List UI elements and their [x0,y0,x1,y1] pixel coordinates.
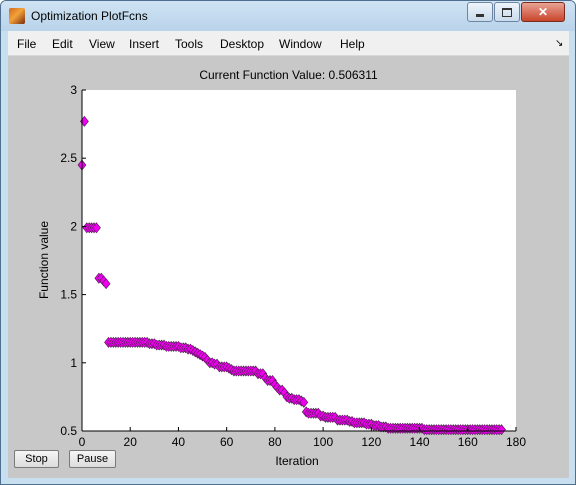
close-icon: ✕ [537,5,549,19]
y-tick-label: 1.5 [60,288,77,302]
axes-background [82,90,516,431]
y-tick-label: 1 [70,356,77,370]
figure-window: Optimization PlotFcns ✕ File Edit View I… [0,0,576,485]
window-title: Optimization PlotFcns [31,9,148,23]
matlab-logo-icon [9,8,25,24]
x-tick-label: 40 [172,435,186,449]
pause-button[interactable]: Pause [69,450,116,468]
stop-button[interactable]: Stop [14,450,59,468]
x-tick-label: 140 [410,435,430,449]
plot-area: 0 20 40 60 80 100 120 140 160 180 0.5 1 1.5 2 2.5 3 Ite… [37,83,526,468]
y-tick-label: 2 [70,219,77,233]
close-button[interactable]: ✕ [521,2,565,22]
x-tick-label: 120 [361,435,381,449]
y-tick-label: 0.5 [60,424,77,438]
x-tick-label: 20 [124,435,138,449]
x-tick-label: 0 [79,435,86,449]
y-tick-label: 2.5 [60,151,77,165]
x-tick-label: 60 [220,435,234,449]
x-tick-label: 160 [458,435,478,449]
maximize-button[interactable] [494,2,520,22]
figure-client-area: File Edit View Insert Tools Desktop Wind… [8,31,569,478]
y-tick-label: 3 [70,83,77,97]
minimize-button[interactable] [467,2,493,22]
x-tick-label: 100 [313,435,333,449]
x-tick-label: 80 [268,435,282,449]
x-axis-label: Iteration [275,454,318,468]
maximize-icon [502,7,512,17]
y-axis-label: Function value [37,221,51,299]
minimize-icon [476,13,484,17]
title-bar[interactable]: Optimization PlotFcns ✕ [1,1,575,31]
x-tick-label: 180 [506,435,526,449]
